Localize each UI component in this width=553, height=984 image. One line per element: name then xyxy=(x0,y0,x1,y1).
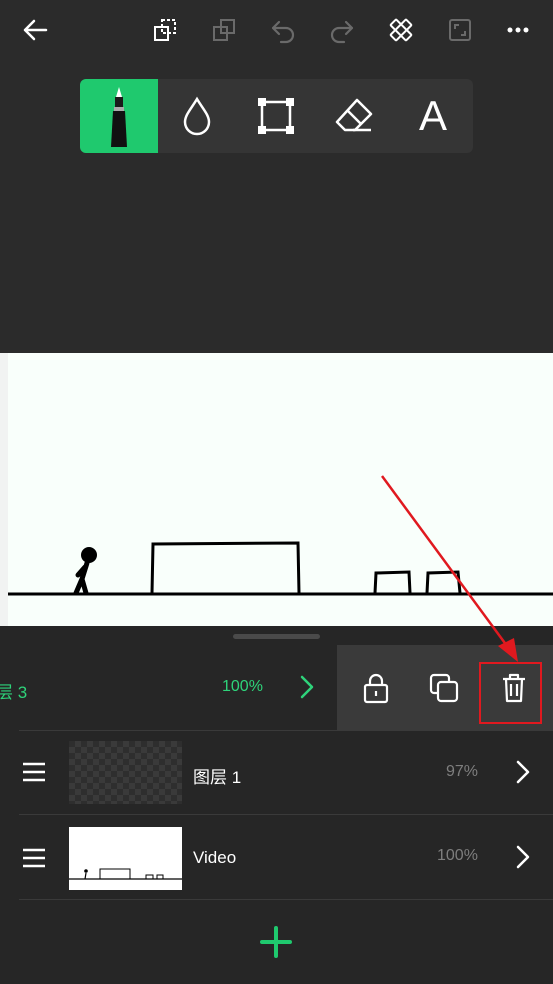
layer-thumbnail xyxy=(69,827,182,890)
back-arrow-icon[interactable] xyxy=(19,14,51,46)
annotation-arrow xyxy=(380,475,518,662)
layer-select-icon[interactable] xyxy=(149,14,181,46)
pen-tool-icon[interactable] xyxy=(80,79,158,153)
more-icon[interactable] xyxy=(502,14,534,46)
undo-icon[interactable] xyxy=(267,14,299,46)
panel-drag-handle[interactable] xyxy=(233,634,320,639)
duplicate-icon[interactable] xyxy=(208,14,240,46)
layer-thumbnail xyxy=(69,741,182,804)
active-layer-name: 层 3 xyxy=(0,683,28,702)
eraser-icon[interactable] xyxy=(315,79,393,153)
divider xyxy=(19,899,553,900)
active-layer-opacity: 100% xyxy=(222,678,263,695)
duplicate-layer-icon[interactable] xyxy=(428,672,460,704)
redo-icon[interactable] xyxy=(326,14,358,46)
chevron-right-icon[interactable] xyxy=(511,758,535,786)
layer-name: 图层 1 xyxy=(193,768,242,787)
tool-palette: A xyxy=(80,79,473,153)
top-toolbar xyxy=(0,0,553,62)
chevron-right-icon[interactable] xyxy=(295,673,319,701)
lock-icon[interactable] xyxy=(362,672,390,704)
transform-icon[interactable] xyxy=(237,79,315,153)
layer-opacity: 100% xyxy=(437,847,478,864)
drag-handle-icon[interactable] xyxy=(22,762,46,782)
layer-opacity: 97% xyxy=(446,763,479,780)
layer-name: Video xyxy=(193,848,237,867)
chevron-right-icon[interactable] xyxy=(511,843,535,871)
add-layer-button[interactable] xyxy=(258,924,294,960)
fill-drop-icon[interactable] xyxy=(158,79,236,153)
annotation-highlight-box xyxy=(479,662,542,724)
fullscreen-icon[interactable] xyxy=(444,14,476,46)
plus-icon xyxy=(260,926,292,958)
text-tool-icon[interactable]: A xyxy=(394,79,472,153)
drag-handle-icon[interactable] xyxy=(22,848,46,868)
text-tool-label: A xyxy=(418,92,447,139)
ruler-tools-icon[interactable] xyxy=(385,14,417,46)
